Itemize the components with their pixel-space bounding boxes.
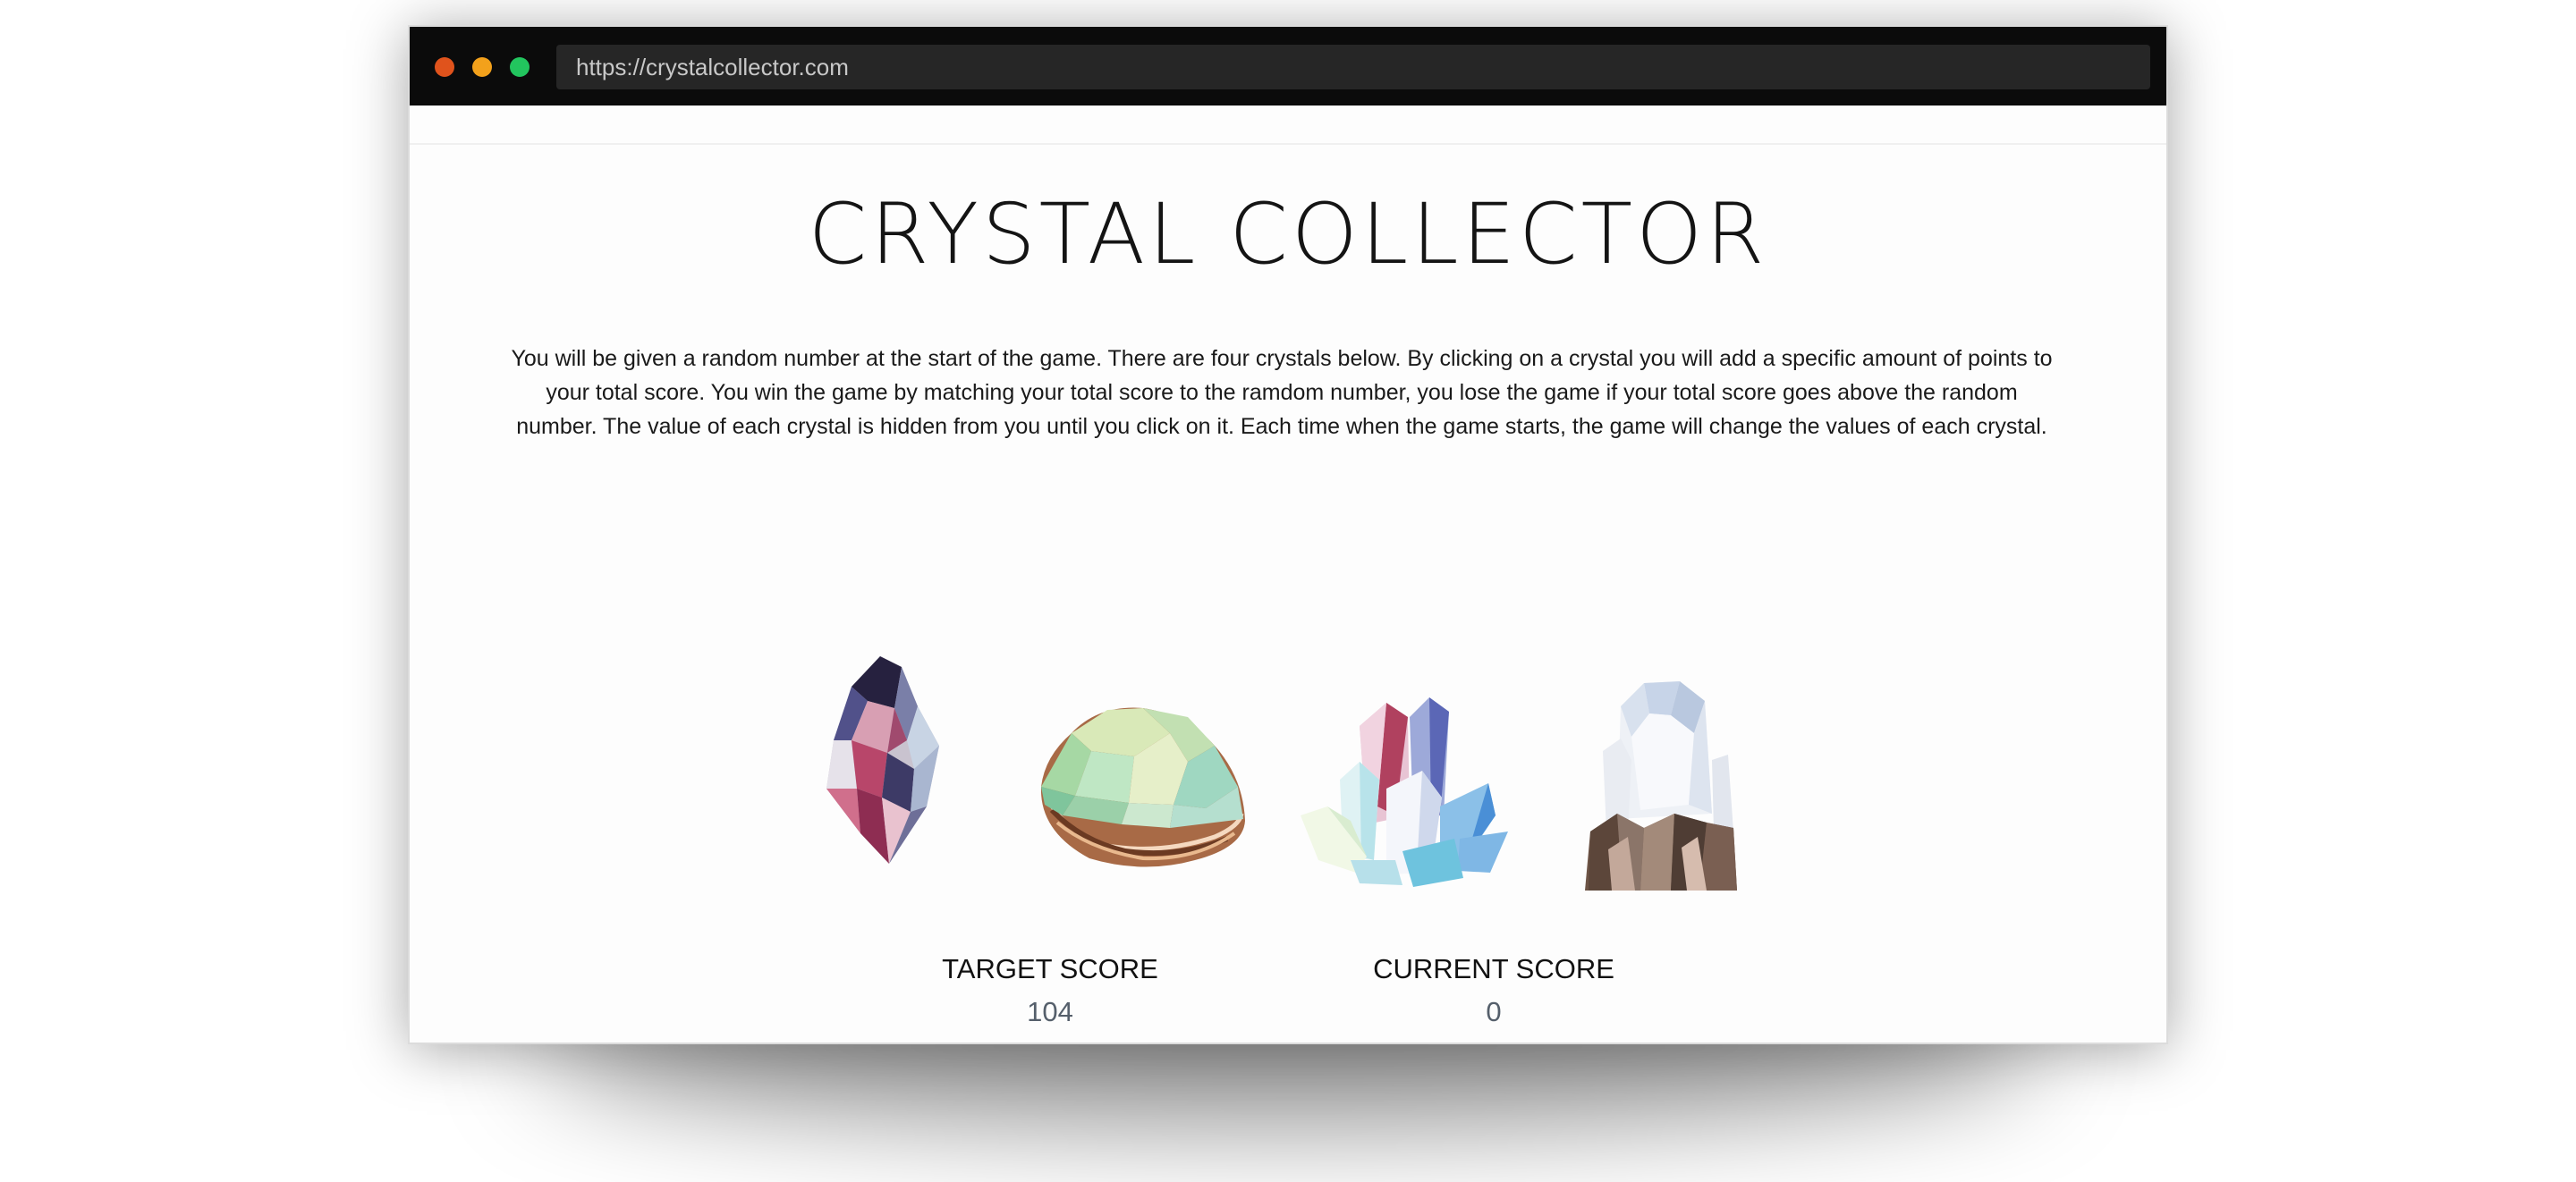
browser-window: https://crystalcollector.com CRYSTAL COL… [408, 25, 2168, 1044]
target-score-value: 104 [1027, 996, 1073, 1027]
current-score-label: CURRENT SCORE [1373, 953, 1614, 984]
page-title: CRYSTAL COLLECTOR [808, 186, 1768, 283]
crystal-button-2[interactable] [1036, 697, 1247, 873]
green-geode-icon [1040, 707, 1245, 867]
browser-titlebar: https://crystalcollector.com [410, 27, 2166, 106]
crystal-button-3[interactable] [1297, 681, 1510, 889]
crystal-button-1[interactable] [825, 654, 941, 865]
crystal-cluster-icon [1301, 697, 1508, 887]
white-quartz-icon [1585, 681, 1737, 891]
close-window-button[interactable] [435, 57, 454, 77]
minimize-window-button[interactable] [472, 57, 492, 77]
maximize-window-button[interactable] [510, 57, 530, 77]
pink-crystal-icon [826, 656, 939, 864]
target-score-label: TARGET SCORE [942, 953, 1158, 984]
game-instructions: You will be given a random number at the… [511, 346, 2053, 439]
crystal-button-4[interactable] [1581, 680, 1739, 891]
header-divider [410, 143, 2166, 145]
address-bar[interactable]: https://crystalcollector.com [556, 45, 2150, 89]
current-score-value: 0 [1486, 996, 1502, 1027]
